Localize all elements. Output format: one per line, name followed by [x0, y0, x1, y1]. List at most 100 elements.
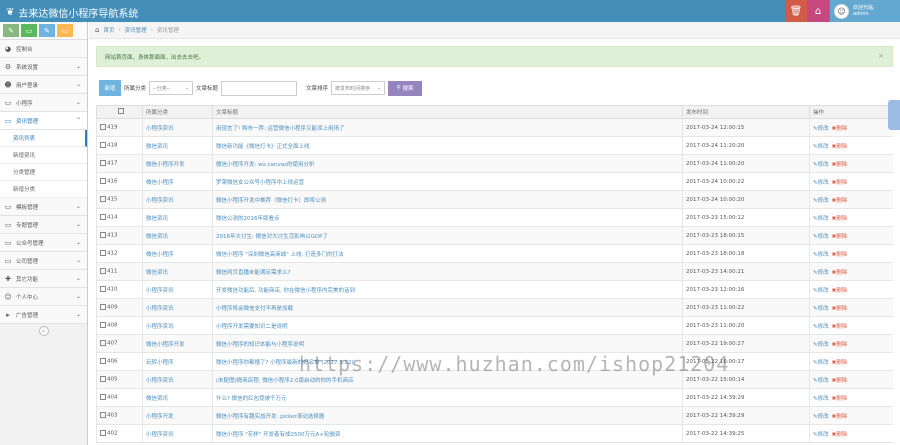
sidebar-subitem-categories[interactable]: 分类管理 [0, 164, 87, 181]
search-button[interactable]: ⚲ 搜索 [388, 80, 423, 96]
close-icon[interactable]: × [878, 52, 884, 60]
sidebar-item-dashboard[interactable]: ◕ 控制台 [0, 40, 87, 58]
delete-link[interactable]: ✖删除 [832, 252, 848, 258]
row-checkbox[interactable]: 409 [96, 298, 143, 317]
delete-link[interactable]: ✖删除 [832, 414, 848, 420]
category-select[interactable]: --分类-- ⌄ [149, 81, 194, 95]
sidebar-item-ads[interactable]: ▸ 广告管理 ⌄ [0, 306, 87, 324]
sidebar-item-miniprogram[interactable]: ▭ 小程序 ⌄ [0, 94, 87, 112]
edit-link[interactable]: ✎修改 [813, 432, 829, 438]
row-title-link[interactable]: 微信网页直播未能满足需求么? [212, 262, 683, 281]
edit-link[interactable]: ✎修改 [813, 126, 829, 132]
app-logo[interactable]: ❦ 去来达微信小程序导航系统 [6, 5, 138, 20]
row-checkbox[interactable]: 403 [96, 406, 143, 425]
home-button[interactable]: ⌂ [807, 0, 829, 22]
row-checkbox[interactable]: 411 [96, 262, 143, 281]
user-menu[interactable]: ☺ 欢迎光临, admin [830, 0, 900, 22]
edit-link[interactable]: ✎修改 [813, 288, 829, 294]
row-title-link[interactable]: 微信小程序 "花样" 开发者有成2500万元A+轮融资 [212, 424, 683, 443]
row-checkbox[interactable]: 412 [96, 244, 143, 263]
sidebar-item-official-accounts[interactable]: ▭ 公众号管理 ⌄ [0, 234, 87, 252]
row-checkbox[interactable]: 419 [96, 118, 143, 137]
breadcrumb-home-link[interactable]: 首页 [103, 26, 114, 34]
sidebar-collapse[interactable]: « [0, 324, 87, 338]
delete-link[interactable]: ✖删除 [832, 342, 848, 348]
row-title-link[interactable]: 小程序将会微信支付不再是加载 [212, 298, 683, 317]
row-title-link[interactable]: 用现言了! 购市一荐: 运营微信小程序又能添上用场了 [212, 118, 683, 137]
edit-link[interactable]: ✎修改 [813, 252, 829, 258]
delete-link[interactable]: ✖删除 [832, 162, 848, 168]
sidebar-item-settings[interactable]: ⚙ 系统设置 ⌄ [0, 58, 87, 76]
row-title-link[interactable]: 微信小程序有趣实战开发: picker滚动选择器 [212, 406, 683, 425]
add-news-button[interactable]: 新增 [99, 80, 121, 96]
delete-link[interactable]: ✖删除 [832, 216, 848, 222]
delete-link[interactable]: ✖删除 [832, 324, 848, 330]
row-title-link[interactable]: 开发微信功能后, 功能商店, 你在微信小程序内完美的话到 [212, 280, 683, 299]
sidebar-subitem-news-list[interactable]: 资讯列表 [0, 130, 87, 147]
row-title-link[interactable]: 微信小程序开发中推荐（微信打卡）即将公测 [212, 190, 683, 209]
row-checkbox[interactable]: 418 [96, 136, 143, 155]
edit-link[interactable]: ✎修改 [813, 414, 829, 420]
delete-link[interactable]: ✖删除 [832, 144, 848, 150]
delete-link[interactable]: ✖删除 [832, 270, 848, 276]
edit-link[interactable]: ✎修改 [813, 378, 829, 384]
delete-link[interactable]: ✖删除 [832, 432, 848, 438]
row-checkbox[interactable]: 414 [96, 208, 143, 227]
side-float-tab[interactable] [888, 100, 900, 130]
edit-link[interactable]: ✎修改 [813, 234, 829, 240]
delete-link[interactable]: ✖删除 [832, 360, 848, 366]
delete-link[interactable]: ✖删除 [832, 180, 848, 186]
row-checkbox[interactable]: 405 [96, 370, 143, 389]
row-title-link[interactable]: 什么? 微信的红包竟被千万元 [212, 388, 683, 407]
row-checkbox[interactable]: 408 [96, 316, 143, 335]
sidebar-subitem-add-category[interactable]: 新增分类 [0, 181, 87, 198]
shortcut-1-button[interactable]: ✎ [3, 24, 19, 37]
edit-link[interactable]: ✎修改 [813, 162, 829, 168]
row-title-link[interactable]: (未配图)微商店程, 微信小程序2.0版启动的你的手机商店 [212, 370, 683, 389]
row-checkbox[interactable]: 415 [96, 190, 143, 209]
row-title-link[interactable]: 微信新功能《微信打卡》正式全面上线 [212, 136, 683, 155]
delete-link[interactable]: ✖删除 [832, 126, 848, 132]
row-title-link[interactable]: 微信小程序开发: wx.canvas的使用分析 [212, 154, 683, 173]
sidebar-item-profile[interactable]: ☺ 个人中心 ⌄ [0, 288, 87, 306]
shortcut-3-button[interactable]: ✎ [39, 24, 55, 37]
row-title-link[interactable]: 微信小程序的知识本能与小程序说明 [212, 334, 683, 353]
row-checkbox[interactable]: 402 [96, 424, 143, 443]
delete-link[interactable]: ✖删除 [832, 378, 848, 384]
edit-link[interactable]: ✎修改 [813, 396, 829, 402]
row-title-link[interactable]: 小程序开发需要知识二是说明 [212, 316, 683, 335]
row-title-link[interactable]: 微信公测的2016年版看点 [212, 208, 683, 227]
edit-link[interactable]: ✎修改 [813, 306, 829, 312]
shortcut-2-button[interactable]: ▭ [21, 24, 37, 37]
row-checkbox[interactable]: 406 [96, 352, 143, 371]
sidebar-subitem-add-news[interactable]: 新增资讯 [0, 147, 87, 164]
row-checkbox[interactable]: 413 [96, 226, 143, 245]
sidebar-item-other[interactable]: ✚ 其它功能 ⌄ [0, 270, 87, 288]
row-checkbox[interactable]: 410 [96, 280, 143, 299]
shortcut-4-button[interactable]: ▭ [57, 24, 73, 37]
row-checkbox[interactable]: 417 [96, 154, 143, 173]
row-title-link[interactable]: 微信小程序 "深圳微信高商城" 上线, 打造多门的打法 [212, 244, 683, 263]
row-checkbox[interactable]: 404 [96, 388, 143, 407]
edit-link[interactable]: ✎修改 [813, 360, 829, 366]
sidebar-item-companies[interactable]: ▭ 公司管理 ⌄ [0, 252, 87, 270]
sort-select[interactable]: 按发布时间排序 ⌄ [331, 81, 386, 95]
edit-link[interactable]: ✎修改 [813, 216, 829, 222]
sidebar-item-users[interactable]: ☻ 用户登录 ⌄ [0, 76, 87, 94]
edit-link[interactable]: ✎修改 [813, 270, 829, 276]
row-checkbox[interactable]: 407 [96, 334, 143, 353]
edit-link[interactable]: ✎修改 [813, 324, 829, 330]
delete-link[interactable]: ✖删除 [832, 396, 848, 402]
trash-button[interactable]: 🗑 [785, 0, 807, 22]
edit-link[interactable]: ✎修改 [813, 180, 829, 186]
sidebar-item-topics[interactable]: ▭ 专题管理 ⌄ [0, 216, 87, 234]
row-checkbox[interactable]: 416 [96, 172, 143, 191]
title-search-input[interactable] [221, 80, 298, 96]
select-all-checkbox[interactable] [96, 105, 143, 119]
delete-link[interactable]: ✖删除 [832, 306, 848, 312]
delete-link[interactable]: ✖删除 [832, 198, 848, 204]
sidebar-item-news[interactable]: ▭ 资讯管理 ⌃ [0, 112, 87, 130]
breadcrumb-section-link[interactable]: 资讯管理 [125, 26, 147, 34]
row-title-link[interactable]: 微信小程序你都懂了? 小程序最新的好名单 (2017.3.22) [212, 352, 683, 371]
sidebar-item-templates[interactable]: ▭ 模板管理 ⌄ [0, 198, 87, 216]
